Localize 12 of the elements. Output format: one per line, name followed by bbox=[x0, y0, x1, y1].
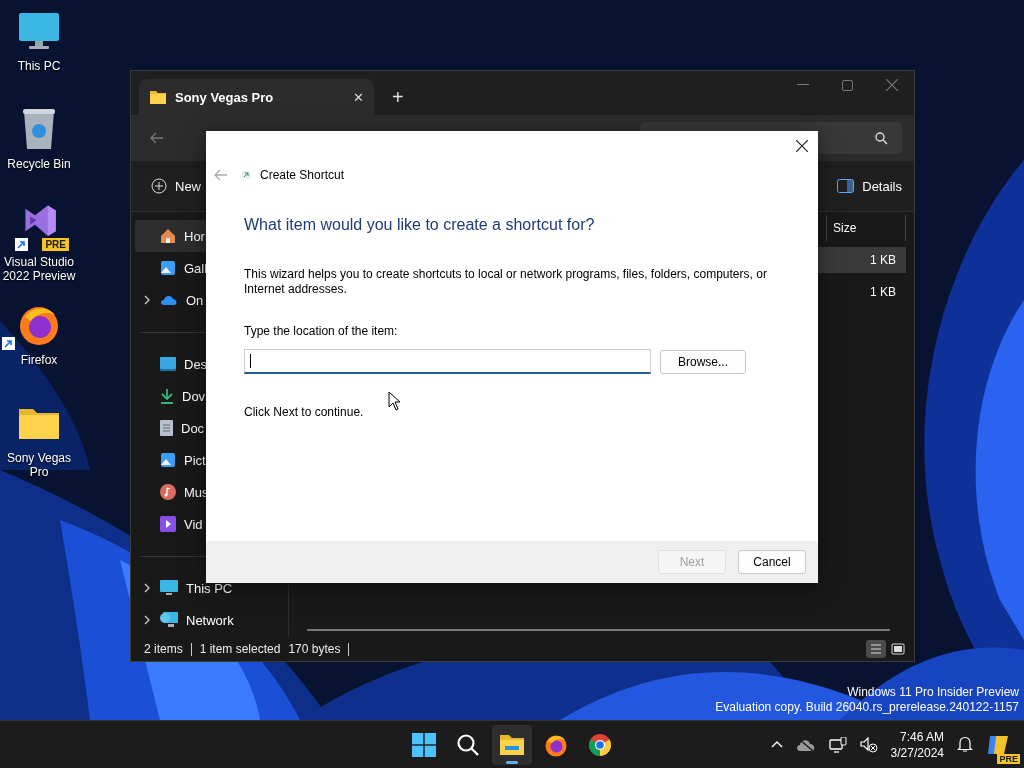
wizard-heading: What item would you like to create a shortcut for? bbox=[244, 215, 596, 235]
watermark-text: Windows 11 Pro Insider Preview bbox=[847, 685, 1019, 700]
field-label: Type the location of the item: bbox=[244, 324, 399, 338]
status-text: 170 bytes bbox=[288, 642, 341, 656]
wizard-description: This wizard helps you to create shortcuts to local or network programs, files, folders, computers, or Internet addresses. bbox=[244, 267, 768, 297]
status-text: 1 item selected bbox=[199, 642, 281, 656]
watermark-text: Evaluation copy. Build 26040.rs_prerelease.240122-1157 bbox=[715, 700, 1019, 715]
preview-badge: PRE bbox=[42, 238, 69, 251]
wizard-hint: Click Next to continue. bbox=[244, 405, 365, 419]
dialog-title: Create Shortcut bbox=[260, 168, 345, 182]
status-text: 2 items bbox=[144, 642, 183, 656]
preview-badge: PRE bbox=[997, 753, 1020, 764]
